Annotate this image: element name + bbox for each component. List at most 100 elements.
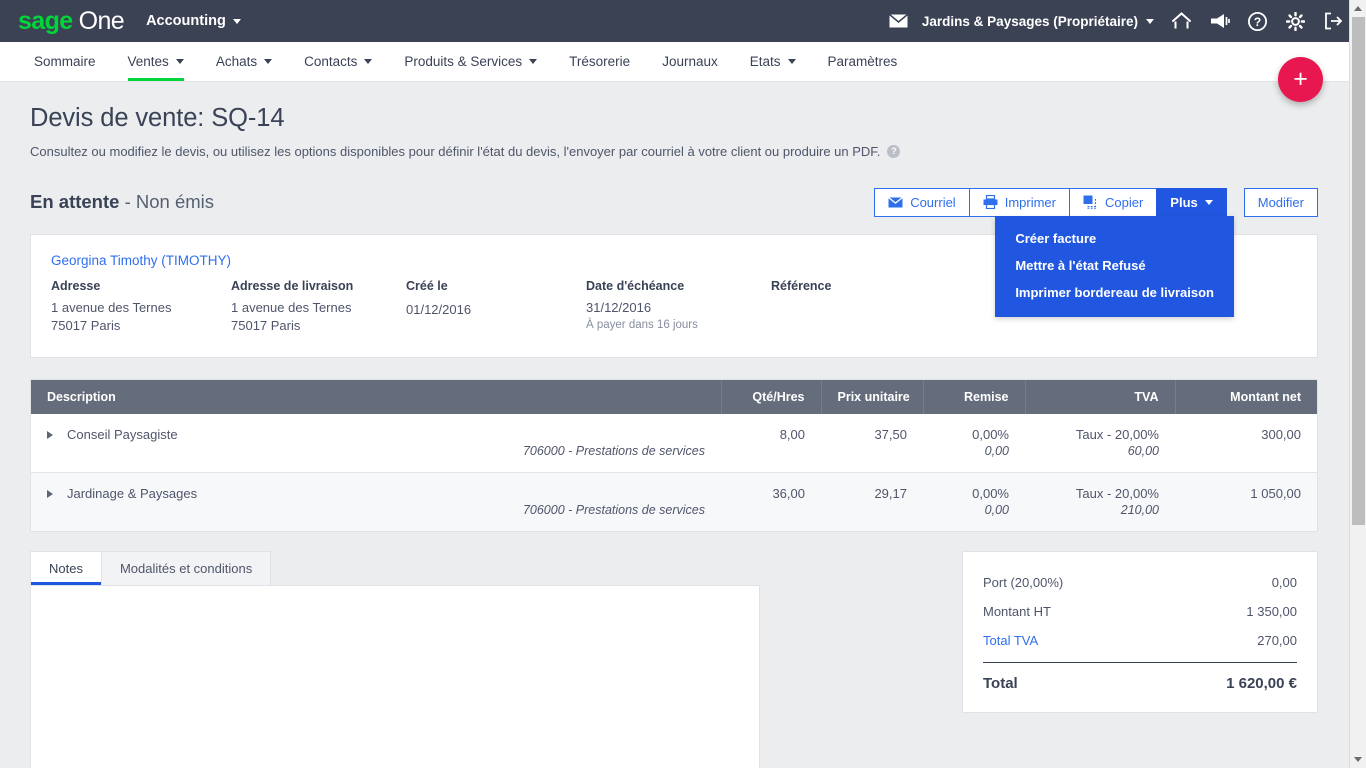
nav-item-journaux[interactable]: Journaux: [646, 42, 734, 81]
chevron-down-icon: [1205, 200, 1213, 205]
nav-item-achats[interactable]: Achats: [200, 42, 288, 81]
edit-button-label: Modifier: [1258, 195, 1304, 210]
row-account: 706000 - Prestations de services: [31, 501, 721, 531]
info-col-delivery: Adresse de livraison 1 avenue des Ternes…: [231, 279, 406, 336]
col-qty[interactable]: Qté/Hres: [721, 380, 821, 414]
logout-icon[interactable]: [1314, 0, 1352, 42]
print-button[interactable]: Imprimer: [969, 188, 1069, 217]
nav-item-param-tres[interactable]: Paramètres: [812, 42, 914, 81]
row-description-cell: Jardinage & Paysages: [31, 472, 721, 501]
line-items-header-row: Description Qté/Hres Prix unitaire Remis…: [31, 380, 1317, 414]
grand-total-label: Total: [983, 675, 1018, 692]
row-net: 300,00: [1175, 414, 1317, 442]
col-description[interactable]: Description: [31, 380, 721, 414]
row-qty: 36,00: [721, 472, 821, 501]
row-net-sub: [1175, 442, 1317, 473]
status-state: En attente: [30, 191, 119, 212]
envelope-icon[interactable]: [880, 0, 918, 42]
logo-one-text: One: [79, 7, 124, 36]
menu-item-set-refused[interactable]: Mettre à l'état Refusé: [995, 252, 1234, 279]
row-unit-price-sub: [821, 501, 923, 531]
status-badge: En attente - Non émis: [30, 191, 214, 213]
menu-item-create-invoice[interactable]: Créer facture: [995, 225, 1234, 252]
menu-item-print-delivery-note[interactable]: Imprimer bordereau de livraison: [995, 279, 1234, 306]
chevron-down-icon: [1146, 19, 1154, 24]
row-tax-rate: Taux - 20,00%: [1025, 414, 1175, 442]
row-tax-amount: 210,00: [1025, 501, 1175, 531]
copy-button[interactable]: Copier: [1069, 188, 1156, 217]
totals-row-tax[interactable]: Total TVA 270,00: [983, 626, 1297, 655]
row-description: Conseil Paysagiste: [67, 427, 178, 442]
help-icon[interactable]: ?: [887, 145, 900, 158]
row-discount-pct: 0,00%: [923, 472, 1025, 501]
due-date-note: À payer dans 16 jours: [586, 319, 771, 331]
svg-text:?: ?: [1253, 15, 1260, 29]
row-unit-price: 29,17: [821, 472, 923, 501]
status-separator: -: [119, 191, 135, 212]
row-discount-amount: 0,00: [923, 501, 1025, 531]
copy-icon: [1083, 195, 1098, 209]
gear-icon[interactable]: [1276, 0, 1314, 42]
row-qty-sub: [721, 442, 821, 473]
nav-item-produits-services[interactable]: Produits & Services: [388, 42, 553, 81]
row-qty: 8,00: [721, 414, 821, 442]
table-row[interactable]: Jardinage & Paysages 36,00 29,17 0,00% T…: [31, 472, 1317, 501]
nav-item-label: Produits & Services: [404, 54, 522, 69]
col-tax[interactable]: TVA: [1025, 380, 1175, 414]
help-icon[interactable]: ?: [1238, 0, 1276, 42]
tab-terms-conditions[interactable]: Modalités et conditions: [101, 551, 271, 585]
row-tax-rate: Taux - 20,00%: [1025, 472, 1175, 501]
total-tax-link[interactable]: Total TVA: [983, 633, 1038, 648]
app-switcher[interactable]: Accounting: [146, 13, 241, 29]
table-row[interactable]: Conseil Paysagiste 8,00 37,50 0,00% Taux…: [31, 414, 1317, 442]
nav-item-ventes[interactable]: Ventes: [112, 42, 200, 81]
due-date-label: Date d'échéance: [586, 279, 771, 293]
sage-one-logo[interactable]: sage One: [18, 7, 124, 36]
more-dropdown-menu: Créer facture Mettre à l'état Refusé Imp…: [995, 216, 1234, 317]
app-switcher-label: Accounting: [146, 13, 226, 29]
scroll-up-arrow-icon[interactable]: [1350, 0, 1366, 17]
edit-button[interactable]: Modifier: [1244, 188, 1318, 217]
col-discount[interactable]: Remise: [923, 380, 1025, 414]
chevron-down-icon: [364, 59, 372, 64]
add-new-button[interactable]: +: [1278, 57, 1323, 102]
customer-name-link[interactable]: Georgina Timothy (TIMOTHY): [51, 253, 231, 268]
action-button-group: Courriel Imprimer Copier Plus: [874, 188, 1227, 217]
home-icon[interactable]: [1162, 0, 1200, 42]
megaphone-icon[interactable]: [1200, 0, 1238, 42]
nav-item-sommaire[interactable]: Sommaire: [18, 42, 112, 81]
info-col-created: Créé le 01/12/2016: [406, 279, 586, 336]
print-button-label: Imprimer: [1005, 195, 1056, 210]
col-unit-price[interactable]: Prix unitaire: [821, 380, 923, 414]
subtotal-value: 1 350,00: [1246, 604, 1297, 619]
company-selector[interactable]: Jardins & Paysages (Propriétaire): [918, 14, 1162, 29]
info-col-reference: Référence: [771, 279, 831, 336]
nav-item-etats[interactable]: Etats: [734, 42, 812, 81]
totals-panel: Port (20,00%) 0,00 Montant HT 1 350,00 T…: [962, 551, 1318, 713]
totals-row-shipping: Port (20,00%) 0,00: [983, 568, 1297, 597]
company-name: Jardins & Paysages (Propriétaire): [922, 14, 1138, 29]
chevron-down-icon: [233, 19, 241, 24]
expand-triangle-icon[interactable]: [47, 490, 53, 498]
more-button[interactable]: Plus: [1156, 188, 1226, 217]
row-net: 1 050,00: [1175, 472, 1317, 501]
shipping-label: Port (20,00%): [983, 575, 1063, 590]
scroll-down-arrow-icon[interactable]: [1350, 751, 1366, 768]
nav-item-tr-sorerie[interactable]: Trésorerie: [553, 42, 646, 81]
status-and-actions: En attente - Non émis Courriel Imprimer …: [30, 187, 1318, 217]
scrollbar-thumb[interactable]: [1352, 17, 1365, 525]
envelope-icon: [888, 197, 903, 208]
row-unit-price-sub: [821, 442, 923, 473]
tab-notes[interactable]: Notes: [30, 551, 102, 585]
notes-textarea[interactable]: [30, 585, 760, 768]
address-value: 1 avenue des Ternes 75017 Paris: [51, 299, 231, 336]
totals-row-subtotal: Montant HT 1 350,00: [983, 597, 1297, 626]
table-row-sub: 706000 - Prestations de services 0,00 21…: [31, 501, 1317, 531]
col-net-amount[interactable]: Montant net: [1175, 380, 1317, 414]
expand-triangle-icon[interactable]: [47, 431, 53, 439]
nav-item-contacts[interactable]: Contacts: [288, 42, 388, 81]
nav-item-label: Trésorerie: [569, 54, 630, 69]
email-button[interactable]: Courriel: [874, 188, 969, 217]
page-scrollbar[interactable]: [1349, 0, 1366, 768]
notes-tabs: Notes Modalités et conditions: [30, 551, 760, 585]
